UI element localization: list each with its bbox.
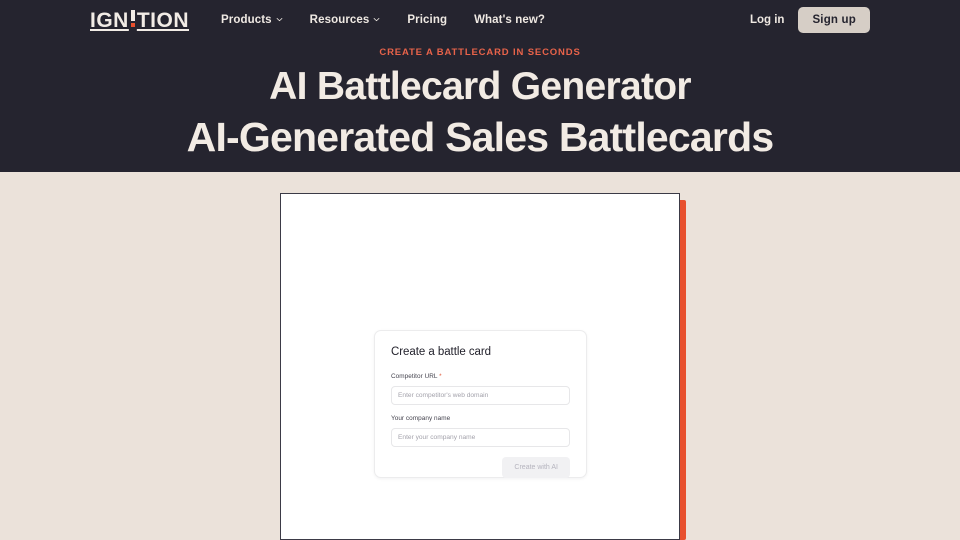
nav-item-whats-new[interactable]: What's new?	[474, 14, 545, 26]
app-preview-wrapper: Create a battle card Competitor URL * Yo…	[280, 193, 686, 540]
login-link[interactable]: Log in	[750, 14, 785, 26]
ignition-logo[interactable]: IGN TION	[90, 8, 190, 32]
preview-accent-stripe	[679, 200, 686, 540]
chevron-down-icon	[276, 16, 283, 23]
competitor-url-label: Competitor URL *	[391, 373, 570, 380]
hero-eyebrow: CREATE A BATTLECARD IN SECONDS	[379, 47, 581, 58]
field-competitor-url: Competitor URL *	[391, 373, 570, 405]
competitor-url-input[interactable]	[391, 386, 570, 405]
app-preview-panel: Create a battle card Competitor URL * Yo…	[280, 193, 680, 540]
page-title: AI Battlecard Generator	[269, 65, 691, 108]
field-company-name: Your company name	[391, 415, 570, 447]
signup-button[interactable]: Sign up	[798, 7, 870, 33]
create-with-ai-button[interactable]: Create with AI	[502, 457, 570, 478]
form-actions: Create with AI	[391, 457, 570, 478]
nav-item-resources[interactable]: Resources	[310, 14, 381, 26]
top-navigation-bar: IGN TION Products Resources Pricing What…	[0, 0, 960, 40]
company-name-label-text: Your company name	[391, 415, 451, 422]
form-title: Create a battle card	[391, 346, 492, 358]
nav-item-products-label: Products	[221, 14, 272, 26]
nav-links-group: Products Resources Pricing What's new?	[221, 14, 545, 26]
page-subtitle: AI-Generated Sales Battlecards	[186, 114, 775, 160]
logo-text-suffix: TION	[136, 8, 190, 32]
nav-item-products[interactable]: Products	[221, 14, 283, 26]
required-marker: *	[439, 373, 442, 380]
nav-item-pricing-label: Pricing	[407, 14, 448, 26]
company-name-input[interactable]	[391, 428, 570, 447]
create-battle-card-form: Create a battle card Competitor URL * Yo…	[374, 330, 587, 478]
nav-auth-group: Log in Sign up	[750, 7, 870, 33]
chevron-down-icon	[373, 16, 380, 23]
logo-exclamation-icon	[130, 9, 136, 27]
nav-item-resources-label: Resources	[309, 14, 370, 26]
page-root: IGN TION Products Resources Pricing What…	[0, 0, 960, 540]
company-name-label: Your company name	[391, 415, 570, 422]
logo-text-prefix: IGN	[90, 8, 129, 32]
nav-item-whats-new-label: What's new?	[474, 14, 545, 26]
nav-item-pricing[interactable]: Pricing	[407, 14, 447, 26]
competitor-url-label-text: Competitor URL	[391, 373, 438, 380]
hero-section: IGN TION Products Resources Pricing What…	[0, 0, 960, 172]
